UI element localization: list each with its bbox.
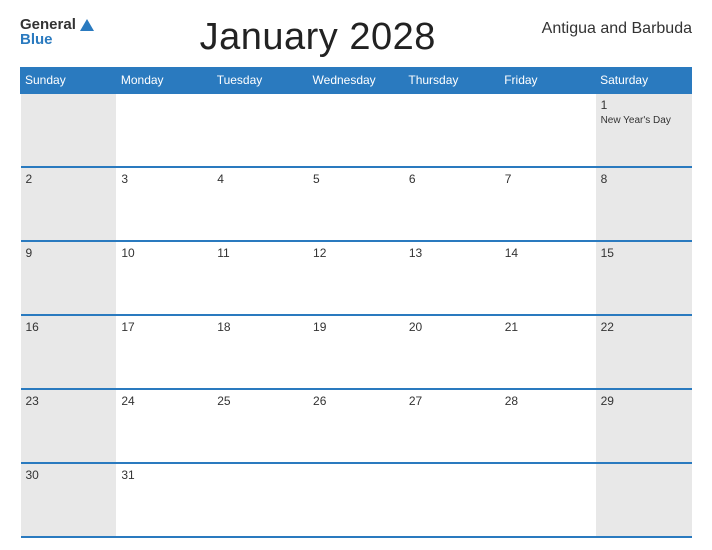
day-number: 7 bbox=[505, 172, 591, 186]
calendar-cell bbox=[500, 93, 596, 167]
calendar-cell: 31 bbox=[116, 463, 212, 537]
day-number: 29 bbox=[601, 394, 687, 408]
calendar-week-row: 2345678 bbox=[21, 167, 692, 241]
calendar-cell: 11 bbox=[212, 241, 308, 315]
calendar-cell: 19 bbox=[308, 315, 404, 389]
day-number: 6 bbox=[409, 172, 495, 186]
calendar-cell bbox=[308, 463, 404, 537]
calendar-cell: 28 bbox=[500, 389, 596, 463]
calendar-cell bbox=[500, 463, 596, 537]
header-sunday: Sunday bbox=[21, 68, 117, 94]
calendar-cell: 9 bbox=[21, 241, 117, 315]
calendar-cell: 6 bbox=[404, 167, 500, 241]
country-name: Antigua and Barbuda bbox=[542, 20, 692, 38]
calendar-cell: 23 bbox=[21, 389, 117, 463]
day-number: 8 bbox=[601, 172, 687, 186]
calendar-page: General Blue January 2028 Antigua and Ba… bbox=[0, 0, 712, 550]
calendar-week-row: 23 24 25 26 27 28 29 bbox=[21, 389, 692, 463]
calendar-cell: 14 bbox=[500, 241, 596, 315]
calendar-cell: 15 bbox=[596, 241, 692, 315]
day-number: 2 bbox=[26, 172, 112, 186]
header-monday: Monday bbox=[116, 68, 212, 94]
calendar-cell: 8 bbox=[596, 167, 692, 241]
day-number: 10 bbox=[121, 246, 207, 260]
logo-blue-text: Blue bbox=[20, 31, 53, 48]
day-number: 23 bbox=[26, 394, 112, 408]
logo: General Blue bbox=[20, 16, 94, 48]
calendar-week-row: 1 New Year's Day bbox=[21, 93, 692, 167]
day-number: 27 bbox=[409, 394, 495, 408]
title-block: January 2028 bbox=[94, 16, 542, 59]
calendar-cell: 18 bbox=[212, 315, 308, 389]
calendar-cell: 30 bbox=[21, 463, 117, 537]
day-number: 12 bbox=[313, 246, 399, 260]
calendar-cell: 24 bbox=[116, 389, 212, 463]
calendar-cell: 2 bbox=[21, 167, 117, 241]
calendar-cell bbox=[596, 463, 692, 537]
weekday-header-row: Sunday Monday Tuesday Wednesday Thursday… bbox=[21, 68, 692, 94]
calendar-cell bbox=[116, 93, 212, 167]
day-number: 16 bbox=[26, 320, 112, 334]
day-number: 21 bbox=[505, 320, 591, 334]
calendar-cell: 12 bbox=[308, 241, 404, 315]
calendar-cell bbox=[404, 463, 500, 537]
calendar-cell: 29 bbox=[596, 389, 692, 463]
day-number: 24 bbox=[121, 394, 207, 408]
calendar-cell: 16 bbox=[21, 315, 117, 389]
day-number: 26 bbox=[313, 394, 399, 408]
day-number: 3 bbox=[121, 172, 207, 186]
day-number: 13 bbox=[409, 246, 495, 260]
calendar-cell bbox=[404, 93, 500, 167]
calendar-cell: 20 bbox=[404, 315, 500, 389]
day-number: 1 bbox=[601, 98, 687, 112]
calendar-cell: 4 bbox=[212, 167, 308, 241]
header-wednesday: Wednesday bbox=[308, 68, 404, 94]
calendar-cell bbox=[212, 463, 308, 537]
holiday-name: New Year's Day bbox=[601, 114, 687, 127]
calendar-table: Sunday Monday Tuesday Wednesday Thursday… bbox=[20, 67, 692, 538]
calendar-cell: 27 bbox=[404, 389, 500, 463]
day-number: 15 bbox=[601, 246, 687, 260]
day-number: 14 bbox=[505, 246, 591, 260]
calendar-header: General Blue January 2028 Antigua and Ba… bbox=[20, 16, 692, 59]
day-number: 22 bbox=[601, 320, 687, 334]
calendar-cell bbox=[212, 93, 308, 167]
calendar-cell: 3 bbox=[116, 167, 212, 241]
calendar-week-row: 30 31 bbox=[21, 463, 692, 537]
calendar-title: January 2028 bbox=[94, 16, 542, 59]
header-saturday: Saturday bbox=[596, 68, 692, 94]
logo-triangle-icon bbox=[80, 19, 94, 31]
day-number: 11 bbox=[217, 246, 303, 260]
calendar-cell: 13 bbox=[404, 241, 500, 315]
day-number: 5 bbox=[313, 172, 399, 186]
header-friday: Friday bbox=[500, 68, 596, 94]
day-number: 31 bbox=[121, 468, 207, 482]
day-number: 30 bbox=[26, 468, 112, 482]
calendar-cell: 17 bbox=[116, 315, 212, 389]
calendar-week-row: 9 10 11 12 13 14 15 bbox=[21, 241, 692, 315]
calendar-cell: 10 bbox=[116, 241, 212, 315]
day-number: 28 bbox=[505, 394, 591, 408]
calendar-week-row: 16 17 18 19 20 21 22 bbox=[21, 315, 692, 389]
calendar-cell: 1 New Year's Day bbox=[596, 93, 692, 167]
calendar-cell: 26 bbox=[308, 389, 404, 463]
header-thursday: Thursday bbox=[404, 68, 500, 94]
calendar-cell: 25 bbox=[212, 389, 308, 463]
day-number: 4 bbox=[217, 172, 303, 186]
calendar-cell bbox=[308, 93, 404, 167]
calendar-cell bbox=[21, 93, 117, 167]
day-number: 17 bbox=[121, 320, 207, 334]
calendar-cell: 21 bbox=[500, 315, 596, 389]
day-number: 9 bbox=[26, 246, 112, 260]
calendar-cell: 22 bbox=[596, 315, 692, 389]
calendar-cell: 5 bbox=[308, 167, 404, 241]
day-number: 19 bbox=[313, 320, 399, 334]
header-tuesday: Tuesday bbox=[212, 68, 308, 94]
day-number: 20 bbox=[409, 320, 495, 334]
calendar-cell: 7 bbox=[500, 167, 596, 241]
day-number: 18 bbox=[217, 320, 303, 334]
day-number: 25 bbox=[217, 394, 303, 408]
